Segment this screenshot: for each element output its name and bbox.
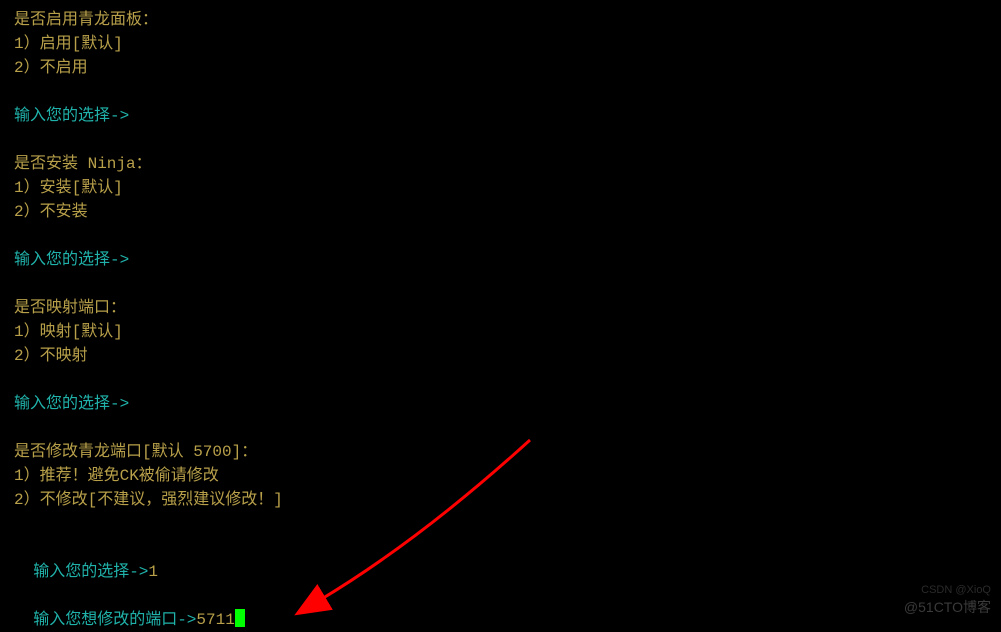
watermark-main: @51CTO博客 — [904, 597, 991, 618]
portinput-line[interactable]: 输入您想修改的端口->5711 — [14, 584, 987, 632]
blank-line — [14, 512, 987, 536]
watermark-sub: CSDN @XioQ — [921, 582, 991, 599]
portmap-option-2: 2）不映射 — [14, 344, 987, 368]
portchange-prompt: 输入您的选择-> — [33, 563, 148, 581]
portmap-title: 是否映射端口： — [14, 296, 987, 320]
blank-line — [14, 368, 987, 392]
blank-line — [14, 128, 987, 152]
qinglong-title: 是否启用青龙面板： — [14, 8, 987, 32]
portinput-prompt: 输入您想修改的端口-> — [33, 611, 196, 629]
ninja-option-2: 2）不安装 — [14, 200, 987, 224]
portchange-option-2: 2）不修改[不建议，强烈建议修改！] — [14, 488, 987, 512]
portchange-title: 是否修改青龙端口[默认 5700]： — [14, 440, 987, 464]
blank-line — [14, 224, 987, 248]
blank-line — [14, 80, 987, 104]
cursor-icon — [235, 609, 245, 627]
portchange-option-1: 1）推荐！避免CK被偷请修改 — [14, 464, 987, 488]
blank-line — [14, 272, 987, 296]
portmap-option-1: 1）映射[默认] — [14, 320, 987, 344]
ninja-prompt[interactable]: 输入您的选择-> — [14, 248, 987, 272]
portmap-prompt[interactable]: 输入您的选择-> — [14, 392, 987, 416]
ninja-title: 是否安装 Ninja： — [14, 152, 987, 176]
ninja-option-1: 1）安装[默认] — [14, 176, 987, 200]
portchange-choice: 1 — [148, 563, 158, 581]
portchange-prompt-line[interactable]: 输入您的选择->1 — [14, 536, 987, 584]
blank-line — [14, 416, 987, 440]
portinput-value: 5711 — [196, 611, 234, 629]
qinglong-option-1: 1）启用[默认] — [14, 32, 987, 56]
qinglong-prompt[interactable]: 输入您的选择-> — [14, 104, 987, 128]
qinglong-option-2: 2）不启用 — [14, 56, 987, 80]
